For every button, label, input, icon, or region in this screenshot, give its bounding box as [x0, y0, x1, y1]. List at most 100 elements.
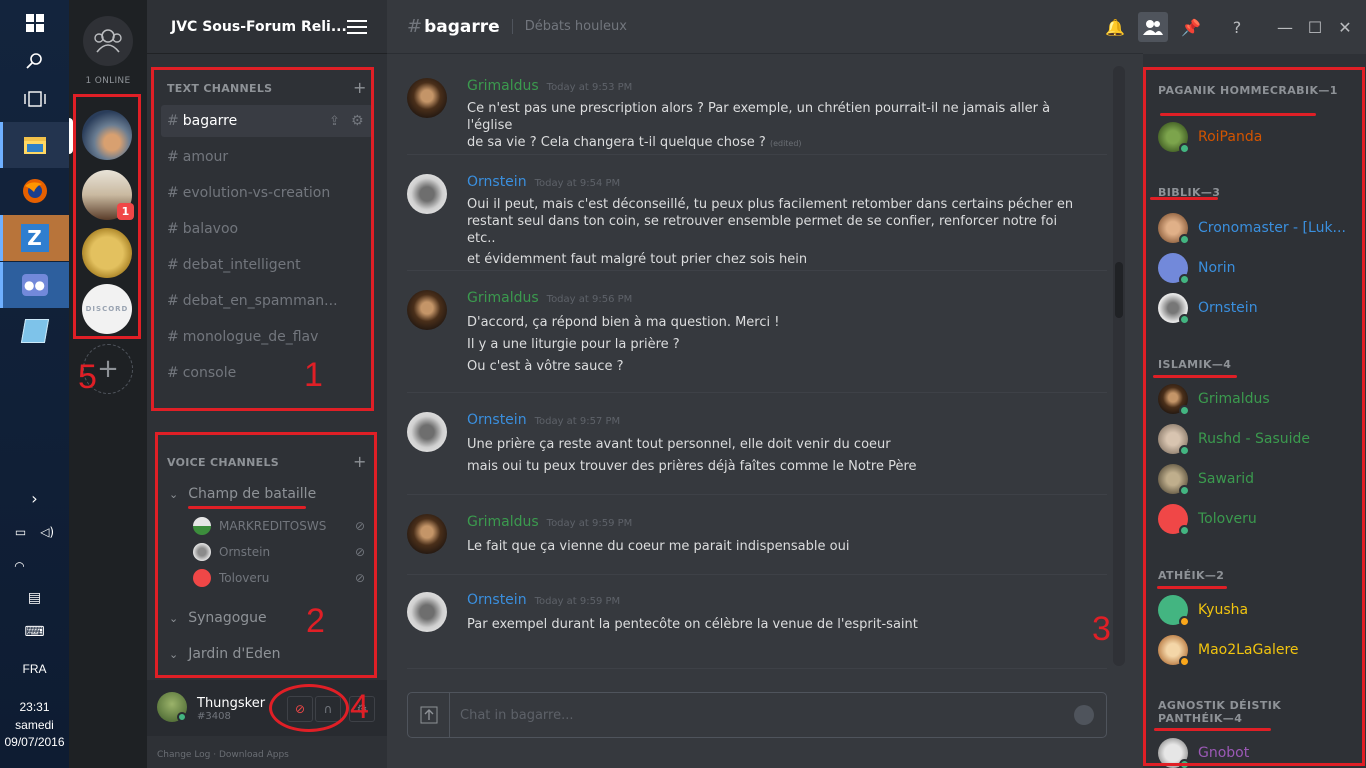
folder-icon — [23, 137, 46, 154]
hamburger-menu-icon[interactable] — [347, 19, 367, 34]
message-line: Il y a une liturgie pour la prière ? — [467, 337, 680, 352]
user-status-dot — [177, 712, 187, 722]
wifi-icon: ◠ — [14, 559, 25, 573]
message-author[interactable]: Grimaldus Today at 9:56 PM — [467, 290, 632, 306]
annotation-underline — [1153, 375, 1237, 378]
message-text: Une prière ça reste avant tout personnel… — [467, 434, 1087, 478]
windows-taskbar: Z ●● › ▭ ◁) ◠ ▤ ⌨ FRA 23:31 samedi 09/07… — [0, 0, 69, 768]
help-button[interactable]: ? — [1222, 12, 1252, 42]
message-text: D'accord, ça répond bien à ma question. … — [467, 312, 1087, 378]
task-view-icon — [23, 91, 46, 107]
annotation-underline — [1157, 586, 1227, 589]
scroll-thumb[interactable] — [1115, 262, 1123, 318]
chat-scrollbar[interactable] — [1113, 66, 1125, 666]
guild-header[interactable]: JVC Sous-Forum Reli... — [147, 0, 387, 54]
message-line: Ce n'est pas une prescription alors ? Pa… — [467, 101, 1051, 133]
keyboard-icon: ⌨ — [24, 624, 45, 640]
members-icon — [1143, 20, 1163, 35]
friends-home-button[interactable] — [83, 16, 133, 66]
message-line: D'accord, ça répond bien à ma question. … — [467, 315, 780, 330]
message-author[interactable]: Ornstein Today at 9:54 PM — [467, 174, 620, 190]
message-divider — [407, 270, 1107, 271]
member-list-toggle[interactable] — [1138, 12, 1168, 42]
avatar[interactable] — [407, 174, 447, 214]
message-author[interactable]: Grimaldus Today at 9:59 PM — [467, 514, 632, 530]
message-divider — [407, 392, 1107, 393]
upload-button[interactable] — [408, 693, 450, 737]
annotation-underline — [1154, 728, 1271, 731]
message-text: Le fait que ça vienne du coeur me parait… — [467, 538, 1087, 555]
message-input-placeholder[interactable]: Chat in bagarre... — [460, 708, 1074, 723]
online-count: 1 ONLINE — [85, 76, 131, 86]
message-list: Grimaldus Today at 9:53 PM Ce n'est pas u… — [387, 54, 1129, 669]
message-line: Oui il peut, mais c'est déconseillé, tu … — [467, 197, 1074, 212]
hash-icon: # — [407, 16, 423, 37]
annotation-number-4: 4 — [350, 688, 369, 726]
minimize-button[interactable]: — — [1270, 12, 1300, 42]
pinned-messages-button[interactable]: 📌 — [1176, 12, 1206, 42]
zotero-button[interactable]: Z — [0, 215, 69, 261]
volume-icon[interactable]: ◁) — [40, 525, 54, 539]
app-button[interactable] — [0, 308, 69, 354]
upload-icon — [420, 706, 437, 724]
message-line: mais oui tu peux trouver des prières déj… — [467, 459, 917, 474]
firefox-icon — [22, 179, 47, 203]
message-input-box[interactable]: Chat in bagarre... — [407, 692, 1107, 738]
chevron-right-icon: › — [31, 488, 38, 508]
search-icon — [25, 53, 42, 69]
clock-day[interactable]: samedi — [0, 718, 69, 732]
message-timestamp: Today at 9:59 PM — [546, 518, 633, 529]
message-text: Ce n'est pas une prescription alors ? Pa… — [467, 100, 1087, 152]
bell-icon: 🔔 — [1105, 17, 1125, 37]
message-timestamp: Today at 9:59 PM — [534, 596, 621, 607]
avatar[interactable] — [407, 290, 447, 330]
task-view-button[interactable] — [0, 76, 69, 122]
message-author[interactable]: Ornstein Today at 9:59 PM — [467, 592, 620, 608]
message-line: de sa vie ? Cela changera t-il quelque c… — [467, 135, 802, 150]
z-app-icon: Z — [20, 224, 49, 252]
annotation-circle-voice-controls — [269, 684, 349, 732]
annotation-box-text-channels — [151, 67, 374, 411]
maximize-icon: ☐ — [1307, 17, 1323, 37]
avatar[interactable] — [407, 412, 447, 452]
channel-topic: Débats houleux — [511, 19, 627, 34]
battery-icon: ▭ — [14, 525, 27, 539]
message-author[interactable]: Ornstein Today at 9:57 PM — [467, 412, 620, 428]
friends-icon — [94, 29, 122, 53]
app-icon — [20, 319, 49, 343]
clock-time[interactable]: 23:31 — [0, 700, 69, 714]
message-line: Par exempel durant la pentecôte on célèb… — [467, 617, 918, 632]
file-explorer-button[interactable] — [0, 122, 69, 168]
message-divider — [407, 668, 1107, 669]
avatar[interactable] — [407, 78, 447, 118]
discord-taskbar-button[interactable]: ●● — [0, 262, 69, 308]
avatar[interactable] — [407, 592, 447, 632]
annotation-number-1: 1 — [304, 356, 323, 394]
emoji-icon[interactable] — [1074, 705, 1094, 725]
clock-date[interactable]: 09/07/2016 — [0, 735, 69, 749]
message-line: Une prière ça reste avant tout personnel… — [467, 437, 891, 452]
message-timestamp: Today at 9:56 PM — [546, 294, 633, 305]
message-author[interactable]: Grimaldus Today at 9:53 PM — [467, 78, 632, 94]
maximize-button[interactable]: ☐ — [1300, 12, 1330, 42]
pin-icon: 📌 — [1181, 17, 1201, 37]
windows-icon — [25, 14, 44, 32]
annotation-underline — [1160, 113, 1316, 116]
footer-links[interactable]: Change Log · Download Apps — [157, 750, 289, 760]
avatar[interactable] — [407, 514, 447, 554]
message-line: Le fait que ça vienne du coeur me parait… — [467, 539, 850, 554]
channel-title: bagarre — [424, 16, 500, 37]
annotation-underline — [188, 506, 306, 509]
language-indicator[interactable]: FRA — [0, 662, 69, 676]
chat-header: # bagarre Débats houleux — [387, 0, 1143, 54]
help-icon: ? — [1232, 17, 1242, 37]
message-text: Par exempel durant la pentecôte on célèb… — [467, 616, 1087, 633]
close-button[interactable]: ✕ — [1330, 12, 1360, 42]
keyboard-button[interactable]: ⌨ — [0, 610, 69, 654]
message-timestamp: Today at 9:53 PM — [546, 82, 633, 93]
annotation-box-voice-channels — [155, 432, 377, 678]
close-icon: ✕ — [1338, 17, 1352, 37]
firefox-button[interactable] — [0, 168, 69, 214]
annotation-underline — [1150, 197, 1218, 200]
notification-bell-button[interactable]: 🔔 — [1100, 12, 1130, 42]
